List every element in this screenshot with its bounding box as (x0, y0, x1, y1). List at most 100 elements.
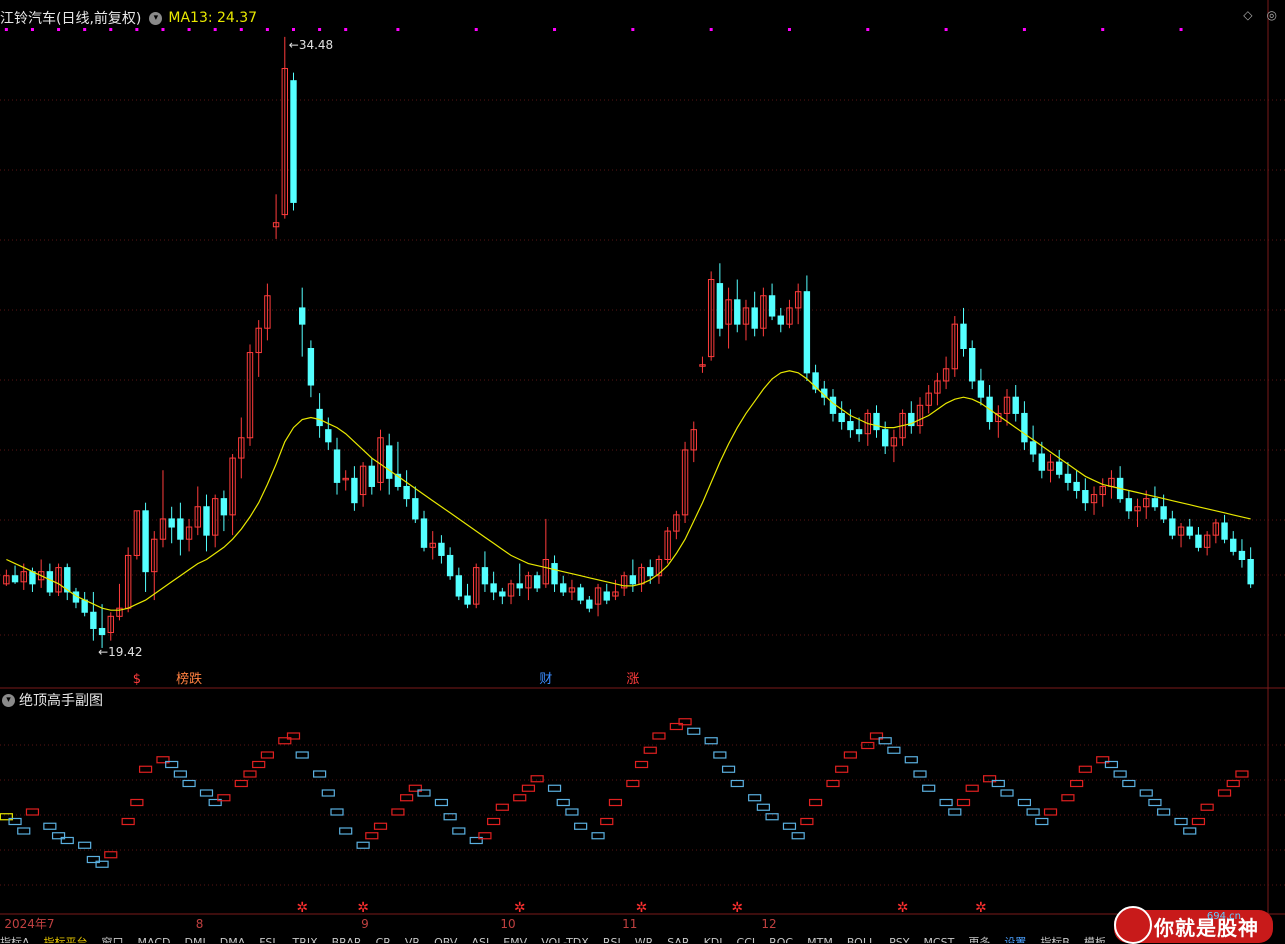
candle-body (873, 412, 880, 431)
indicator-toolbar: 指标A 指标平台 窗口 MACD DMI DMA FSL TRIX BRAR CR VR OBV ASI… (0, 934, 1285, 943)
toolbar-item[interactable]: 指标A (0, 934, 30, 943)
toolbar-item[interactable]: PSY (889, 934, 909, 943)
stock-title: 江铃汽车(日线,前复权) (0, 11, 142, 27)
signal-dot (109, 28, 113, 31)
candle-body (499, 591, 506, 597)
x-tick-label: 8 (196, 917, 204, 931)
subpanel-dropdown-icon[interactable]: ▾ (2, 693, 15, 707)
sub-box (330, 808, 344, 816)
candle-body (855, 429, 863, 435)
sub-box (948, 808, 962, 816)
circle-icon[interactable]: ◎ (1267, 8, 1277, 22)
sub-box (391, 808, 405, 816)
toolbar-item[interactable]: OBV (434, 934, 457, 943)
sub-box (17, 827, 31, 835)
sub-box (173, 770, 187, 778)
signal-dot (4, 28, 8, 31)
candle-body (1038, 453, 1046, 471)
signal-dot (83, 28, 87, 31)
sub-box (1122, 779, 1136, 788)
sub-box (730, 779, 744, 788)
signal-dot (57, 28, 61, 31)
candle-body (420, 518, 428, 548)
toolbar-item[interactable]: FSL (259, 934, 278, 943)
candle-body (533, 575, 541, 589)
toolbar-item[interactable]: 窗口 (102, 934, 124, 943)
candle-body (307, 348, 315, 386)
toolbar-item[interactable]: VR (405, 934, 420, 943)
sub-box (547, 784, 562, 792)
toolbar-item[interactable]: DMA (220, 934, 246, 943)
candle-body (368, 465, 376, 487)
toolbar-item[interactable]: EMV (503, 934, 527, 943)
sub-box (591, 832, 605, 840)
toolbar-item[interactable]: BRAR (332, 934, 362, 943)
candle-body (81, 599, 88, 613)
sub-box (939, 798, 953, 807)
toolbar-item[interactable]: DMI (185, 934, 206, 943)
sub-box (1043, 808, 1058, 816)
sub-box (608, 798, 623, 807)
event-tag: 榜跌 (176, 671, 202, 687)
sub-butterfly-icon: ✲ (514, 900, 526, 916)
sub-box (321, 789, 335, 797)
toolbar-item[interactable]: ASI (471, 934, 489, 943)
candle-body (1238, 550, 1246, 561)
toolbar-item[interactable]: KDJ (704, 934, 723, 943)
sub-box (78, 841, 92, 849)
candle-body (412, 498, 419, 520)
toolbar-item[interactable]: WR (635, 934, 654, 943)
toolbar-item[interactable]: 设置 (1004, 934, 1026, 943)
sub-box (530, 775, 544, 783)
sub-box (130, 798, 144, 807)
sub-box (791, 832, 805, 840)
candle-body (1247, 559, 1254, 585)
candle-body (1195, 534, 1202, 548)
kline-chart[interactable]: ←34.48 ←19.42 $ 榜跌 财 涨 ✲ ✲ ✲ ✲ ✲ ✲ ✲ 2024年7 8 9 10 11 12 (0, 0, 1285, 943)
sub-box (556, 798, 570, 807)
signal-dot (553, 28, 557, 31)
candle-body (1064, 473, 1072, 483)
toolbar-item[interactable]: RSI (603, 934, 621, 943)
sub-box (965, 784, 979, 792)
sub-box (452, 827, 466, 835)
signal-dot (187, 28, 191, 31)
candle-body (977, 380, 985, 398)
toolbar-item[interactable]: TRIX (292, 934, 317, 943)
candle-body (220, 498, 228, 516)
candle-body (1056, 461, 1063, 475)
toolbar-item[interactable]: MACD (138, 934, 171, 943)
sub-butterfly-icon: ✲ (975, 900, 987, 916)
diamond-icon[interactable]: ◇ (1243, 8, 1252, 22)
candle-body (177, 518, 184, 540)
ma13-line (6, 370, 1251, 611)
toolbar-item[interactable]: SAR (667, 934, 689, 943)
candle-body (98, 627, 106, 636)
toolbar-item[interactable]: 指标B (1040, 934, 1070, 943)
signal-dot (944, 28, 948, 31)
candle-body (90, 611, 97, 629)
sub-box (356, 841, 370, 849)
sub-box (904, 756, 918, 764)
candle-body (803, 291, 811, 374)
dropdown-icon[interactable]: ▾ (149, 11, 163, 25)
signal-dot (1022, 28, 1026, 31)
toolbar-item[interactable]: MTM (807, 934, 833, 943)
toolbar-item[interactable]: 模板 (1084, 934, 1106, 943)
toolbar-item[interactable]: CCI (737, 934, 756, 943)
toolbar-item[interactable]: CR (376, 934, 391, 943)
sub-box (1017, 798, 1032, 807)
x-tick-label: 2024年7 (4, 917, 54, 931)
sub-box (260, 751, 274, 759)
sub-butterfly-icon: ✲ (296, 900, 308, 916)
candle-body (603, 591, 610, 601)
toolbar-item[interactable]: 更多 (968, 934, 990, 943)
sub-box (1174, 817, 1188, 826)
signal-dot (1101, 28, 1105, 31)
toolbar-item[interactable]: ROC (769, 934, 793, 943)
toolbar-item[interactable]: BOLL (847, 934, 875, 943)
toolbar-item[interactable]: MCST (923, 934, 954, 943)
toolbar-item[interactable]: VOL-TDX (541, 934, 589, 943)
candle-body (881, 429, 889, 447)
toolbar-item[interactable]: 指标平台 (44, 934, 88, 943)
